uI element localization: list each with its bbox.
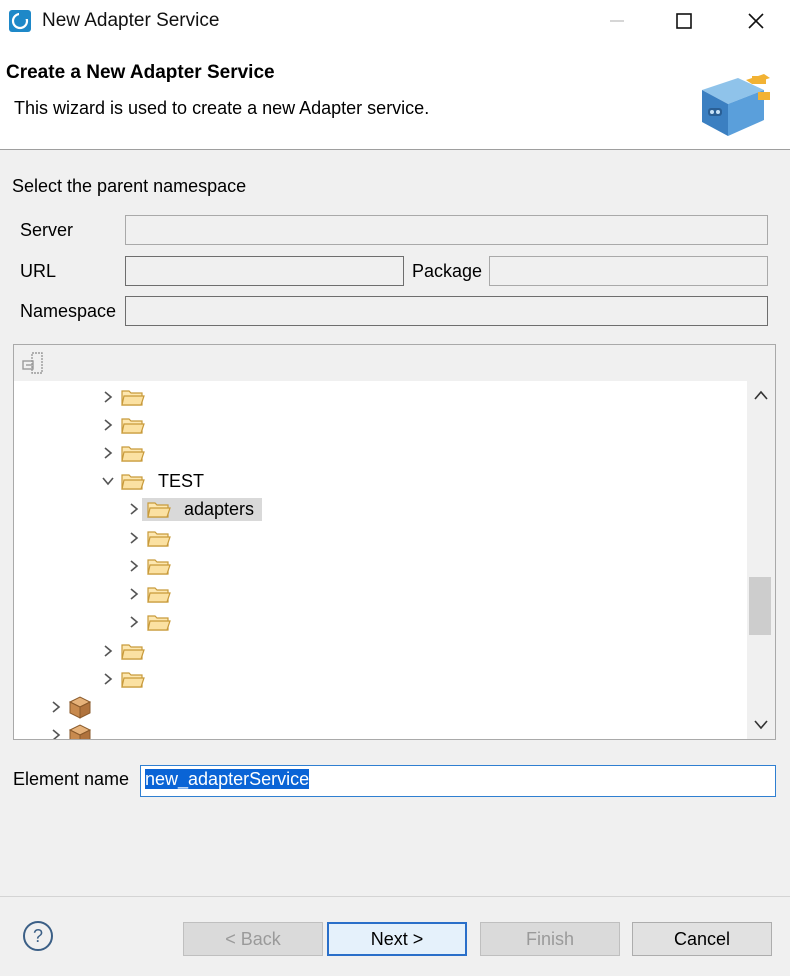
chevron-right-icon[interactable] xyxy=(100,672,116,686)
chevron-right-icon[interactable] xyxy=(126,587,142,601)
tree-node-label xyxy=(154,678,162,680)
namespace-tree[interactable]: TEST adapters xyxy=(13,344,776,740)
wizard-header: Create a New Adapter Service This wizard… xyxy=(0,42,790,150)
section-label: Select the parent namespace xyxy=(12,176,247,196)
package-icon xyxy=(68,723,92,739)
tree-node[interactable] xyxy=(100,637,162,665)
chevron-right-icon[interactable] xyxy=(100,644,116,658)
tree-node-label xyxy=(180,565,188,567)
element-name-label: Element name xyxy=(13,769,130,789)
minimize-button[interactable] xyxy=(594,2,640,40)
folder-icon xyxy=(146,528,172,548)
tree-node-label xyxy=(154,650,162,652)
title-bar: New Adapter Service xyxy=(0,0,790,42)
tree-node-label xyxy=(154,396,162,398)
chevron-right-icon[interactable] xyxy=(48,728,64,739)
tree-node-package[interactable] xyxy=(48,693,108,721)
namespace-label: Namespace xyxy=(20,301,117,321)
folder-icon xyxy=(146,584,172,604)
folder-icon xyxy=(120,387,146,407)
back-button[interactable]: < Back xyxy=(183,922,323,956)
tree-node-label: adapters xyxy=(184,498,255,519)
close-icon xyxy=(748,13,764,29)
next-button[interactable]: Next > xyxy=(327,922,467,956)
url-field xyxy=(125,256,404,286)
folder-icon xyxy=(146,556,172,576)
package-icon xyxy=(68,695,92,719)
page-description: This wizard is used to create a new Adap… xyxy=(14,98,430,118)
close-button[interactable] xyxy=(733,2,779,40)
scrollbar-thumb[interactable] xyxy=(749,577,771,635)
tree-node-test[interactable]: TEST xyxy=(100,467,208,495)
tree-node[interactable] xyxy=(100,665,162,693)
element-name-input[interactable]: new_adapterService xyxy=(140,765,776,797)
tree-node-label xyxy=(180,593,188,595)
tree-node[interactable] xyxy=(126,580,188,608)
tree-node-label xyxy=(180,621,188,623)
chevron-right-icon[interactable] xyxy=(126,559,142,573)
collapse-all-icon[interactable] xyxy=(20,351,46,377)
maximize-button[interactable] xyxy=(661,2,707,40)
page-title: Create a New Adapter Service xyxy=(6,62,275,83)
package-field xyxy=(489,256,768,286)
chevron-right-icon[interactable] xyxy=(126,531,142,545)
folder-icon xyxy=(120,443,146,463)
server-label: Server xyxy=(20,220,74,240)
scroll-down-icon[interactable] xyxy=(753,719,769,731)
tree-node-package[interactable] xyxy=(48,721,108,739)
chevron-down-icon[interactable] xyxy=(100,476,116,486)
element-name-value: new_adapterService xyxy=(145,769,310,789)
tree-node-label xyxy=(154,452,162,454)
tree-node[interactable] xyxy=(126,524,188,552)
tree-node[interactable] xyxy=(100,383,162,411)
chevron-right-icon[interactable] xyxy=(100,418,116,432)
tree-node[interactable] xyxy=(100,439,162,467)
chevron-right-icon[interactable] xyxy=(100,390,116,404)
tree-node-label xyxy=(100,706,108,708)
tree-node-label: TEST xyxy=(158,470,205,491)
folder-icon xyxy=(120,669,146,689)
folder-icon xyxy=(120,641,146,661)
help-icon[interactable]: ? xyxy=(22,920,54,952)
namespace-field xyxy=(125,296,768,326)
selection-highlight: adapters xyxy=(142,497,263,521)
window-title: New Adapter Service xyxy=(42,10,220,31)
tree-node[interactable] xyxy=(126,608,188,636)
svg-text:?: ? xyxy=(33,926,43,946)
tree-node[interactable] xyxy=(126,552,188,580)
adapter-plug-icon xyxy=(698,64,776,141)
app-icon xyxy=(8,9,32,33)
tree-toolbar xyxy=(14,345,775,381)
folder-icon xyxy=(146,499,172,519)
tree-node[interactable] xyxy=(100,411,162,439)
tree-scrollbar[interactable] xyxy=(747,381,775,739)
tree-node-label xyxy=(154,424,162,426)
tree-node-adapters[interactable]: adapters xyxy=(126,495,263,523)
chevron-right-icon[interactable] xyxy=(48,700,64,714)
chevron-right-icon[interactable] xyxy=(100,446,116,460)
maximize-icon xyxy=(676,13,692,29)
chevron-right-icon[interactable] xyxy=(126,615,142,629)
finish-button[interactable]: Finish xyxy=(480,922,620,956)
chevron-right-icon[interactable] xyxy=(126,502,142,516)
folder-icon xyxy=(146,612,172,632)
minimize-icon xyxy=(610,20,624,22)
scroll-up-icon[interactable] xyxy=(753,389,769,401)
package-label: Package xyxy=(412,261,483,281)
cancel-button[interactable]: Cancel xyxy=(632,922,772,956)
url-label: URL xyxy=(20,261,57,281)
folder-open-icon xyxy=(120,471,146,491)
tree-node-label xyxy=(180,537,188,539)
server-field xyxy=(125,215,768,245)
folder-icon xyxy=(120,415,146,435)
tree-node-label xyxy=(100,734,108,736)
